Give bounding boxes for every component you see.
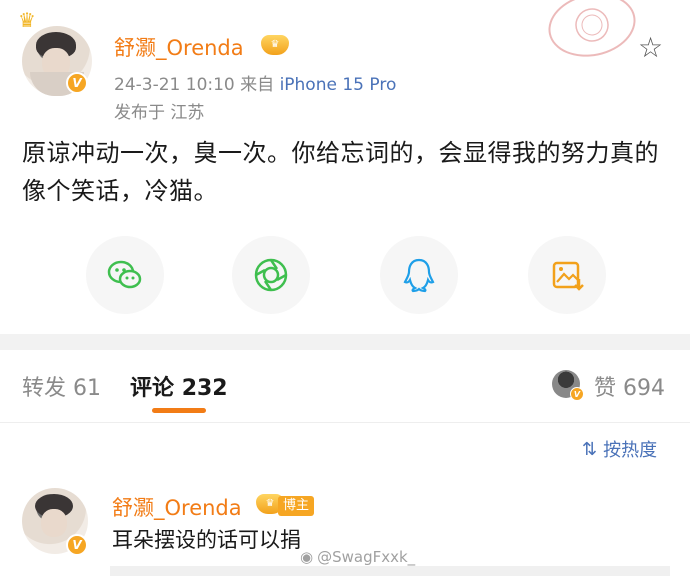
tab-repost[interactable]: 转发 61 bbox=[22, 370, 101, 402]
tab-repost-label: 转发 bbox=[22, 376, 67, 401]
section-divider bbox=[0, 334, 690, 350]
post-content: 原谅冲动一次，臭一次。你给忘词的，会显得我的努力真的像个笑话，冷猫。 bbox=[22, 139, 659, 205]
tab-comments-label: 评论 bbox=[130, 376, 175, 401]
comment-text: 耳朵摆设的话可以捐 bbox=[112, 528, 301, 552]
avatar-face bbox=[41, 509, 67, 537]
tab-comments-count: 232 bbox=[181, 376, 228, 401]
crown-icon: ♛ bbox=[18, 8, 36, 32]
sort-by-hot-button[interactable]: ⇅ 按热度 bbox=[582, 436, 657, 462]
share-moments-button[interactable] bbox=[232, 236, 310, 314]
source-prefix: 来自 bbox=[240, 75, 275, 95]
tab-likes[interactable]: 赞 694 bbox=[594, 370, 665, 402]
toutiao-stamp-icon bbox=[542, 0, 642, 65]
blogger-tag: 博主 bbox=[278, 496, 315, 516]
tab-likes-label: 赞 bbox=[594, 376, 617, 401]
share-qq-button[interactable] bbox=[380, 236, 458, 314]
post-location: 发布于 江苏 bbox=[114, 103, 205, 123]
post-date: 24-3-21 10:10 bbox=[114, 75, 235, 95]
author-username[interactable]: 舒灏_Orenda bbox=[114, 32, 244, 62]
fan-level-badge-icon[interactable]: ♛ bbox=[260, 34, 290, 56]
watermark-text: @SwagFxxk_ bbox=[317, 548, 416, 566]
post-meta: 24-3-21 10:10 来自 iPhone 15 Pro bbox=[114, 70, 396, 95]
share-save-image-button[interactable] bbox=[528, 236, 606, 314]
next-comment-peek bbox=[110, 566, 670, 576]
commenter-username[interactable]: 舒灏_Orenda bbox=[112, 492, 242, 522]
wechat-icon bbox=[107, 260, 142, 289]
tab-likes-count: 694 bbox=[623, 376, 666, 401]
post-device[interactable]: iPhone 15 Pro bbox=[280, 75, 397, 95]
commenter-verified-icon: V bbox=[66, 534, 88, 556]
watermark: ◉ @SwagFxxk_ bbox=[300, 548, 415, 566]
liker-verified-icon: V bbox=[570, 387, 584, 401]
sort-label: 按热度 bbox=[603, 440, 658, 461]
tab-repost-count: 61 bbox=[73, 376, 102, 401]
save-image-icon bbox=[552, 261, 584, 291]
tab-comments[interactable]: 评论 232 bbox=[130, 370, 228, 402]
weibo-logo-icon: ◉ bbox=[300, 548, 314, 566]
qq-icon bbox=[403, 258, 435, 293]
sort-icon: ⇅ bbox=[582, 438, 598, 460]
tabs-divider bbox=[0, 422, 690, 423]
favorite-star-icon[interactable]: ☆ bbox=[638, 34, 663, 62]
share-wechat-button[interactable] bbox=[86, 236, 164, 314]
moments-icon bbox=[254, 258, 288, 292]
verified-icon: V bbox=[66, 72, 88, 94]
active-tab-indicator bbox=[152, 408, 206, 413]
